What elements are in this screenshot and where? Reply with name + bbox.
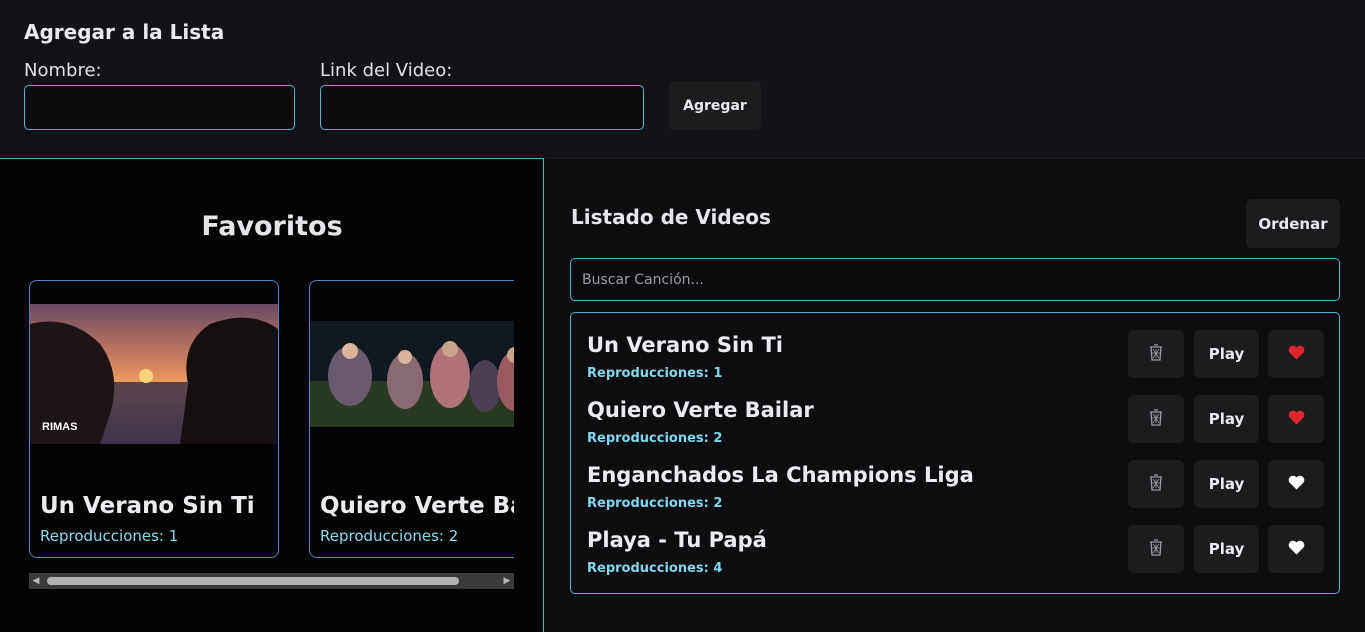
- favorite-card-title: Quiero Verte Bailar: [320, 493, 514, 519]
- favorites-horizontal-scrollbar[interactable]: ◀ ▶: [29, 573, 514, 589]
- trash-icon: [1148, 538, 1164, 560]
- play-button[interactable]: Play: [1194, 395, 1259, 443]
- heart-icon: [1288, 540, 1305, 559]
- video-thumbnail[interactable]: [310, 321, 514, 427]
- scroll-left-arrow-icon[interactable]: ◀: [29, 573, 43, 589]
- search-input[interactable]: [570, 258, 1340, 301]
- trash-icon: [1148, 343, 1164, 365]
- video-title: Playa - Tu Papá: [587, 528, 767, 552]
- name-label: Nombre:: [24, 60, 102, 81]
- scrollbar-thumb[interactable]: [47, 577, 459, 585]
- link-label: Link del Video:: [320, 60, 453, 81]
- video-link-input[interactable]: [320, 85, 644, 130]
- favorite-card-plays: Reproducciones: 1: [40, 527, 179, 545]
- delete-button[interactable]: [1128, 330, 1184, 378]
- favorite-card[interactable]: Quiero Verte Bailar Reproducciones: 2: [309, 280, 514, 558]
- favorite-toggle-button[interactable]: [1268, 330, 1324, 378]
- favorite-card-title: Un Verano Sin Ti: [40, 493, 255, 519]
- favorites-panel: Favoritos RIMAS Un Verano Sin Ti Reprodu…: [0, 158, 544, 632]
- delete-button[interactable]: [1128, 395, 1184, 443]
- add-to-list-form: Agregar a la Lista Nombre: Link del Vide…: [0, 0, 1365, 158]
- favorites-title: Favoritos: [201, 211, 343, 242]
- trash-icon: [1148, 408, 1164, 430]
- video-list-panel: Listado de Videos Ordenar Un Verano Sin …: [545, 158, 1365, 632]
- video-row: Un Verano Sin Ti Reproducciones: 1 Play: [571, 313, 1339, 381]
- rimas-logo-text: RIMAS: [42, 421, 77, 433]
- list-title: Listado de Videos: [571, 205, 771, 229]
- form-title: Agregar a la Lista: [24, 20, 225, 44]
- favorite-toggle-button[interactable]: [1268, 525, 1324, 573]
- add-button[interactable]: Agregar: [669, 81, 761, 130]
- video-row: Enganchados La Champions Liga Reproducci…: [571, 443, 1339, 511]
- delete-button[interactable]: [1128, 525, 1184, 573]
- video-list: Un Verano Sin Ti Reproducciones: 1 Play …: [570, 312, 1340, 594]
- play-button[interactable]: Play: [1194, 460, 1259, 508]
- heart-icon: [1288, 475, 1305, 494]
- video-plays: Reproducciones: 4: [587, 561, 723, 576]
- video-thumbnail[interactable]: RIMAS: [30, 304, 278, 444]
- video-row: Playa - Tu Papá Reproducciones: 4 Play: [571, 508, 1339, 576]
- heart-icon: [1288, 345, 1305, 364]
- favorites-carousel[interactable]: RIMAS Un Verano Sin Ti Reproducciones: 1: [29, 280, 514, 560]
- heart-icon: [1288, 410, 1305, 429]
- thumbnail-image: RIMAS: [30, 304, 278, 444]
- favorite-card[interactable]: RIMAS Un Verano Sin Ti Reproducciones: 1: [29, 280, 279, 558]
- sort-button[interactable]: Ordenar: [1246, 199, 1340, 248]
- video-row: Quiero Verte Bailar Reproducciones: 2 Pl…: [571, 378, 1339, 446]
- favorite-toggle-button[interactable]: [1268, 395, 1324, 443]
- play-button[interactable]: Play: [1194, 525, 1259, 573]
- trash-icon: [1148, 473, 1164, 495]
- name-input[interactable]: [24, 85, 295, 130]
- favorite-toggle-button[interactable]: [1268, 460, 1324, 508]
- thumbnail-image: [310, 321, 514, 427]
- video-title: Un Verano Sin Ti: [587, 333, 783, 357]
- delete-button[interactable]: [1128, 460, 1184, 508]
- video-title: Enganchados La Champions Liga: [587, 463, 974, 487]
- scroll-right-arrow-icon[interactable]: ▶: [500, 573, 514, 589]
- play-button[interactable]: Play: [1194, 330, 1259, 378]
- favorite-card-plays: Reproducciones: 2: [320, 527, 459, 545]
- video-title: Quiero Verte Bailar: [587, 398, 814, 422]
